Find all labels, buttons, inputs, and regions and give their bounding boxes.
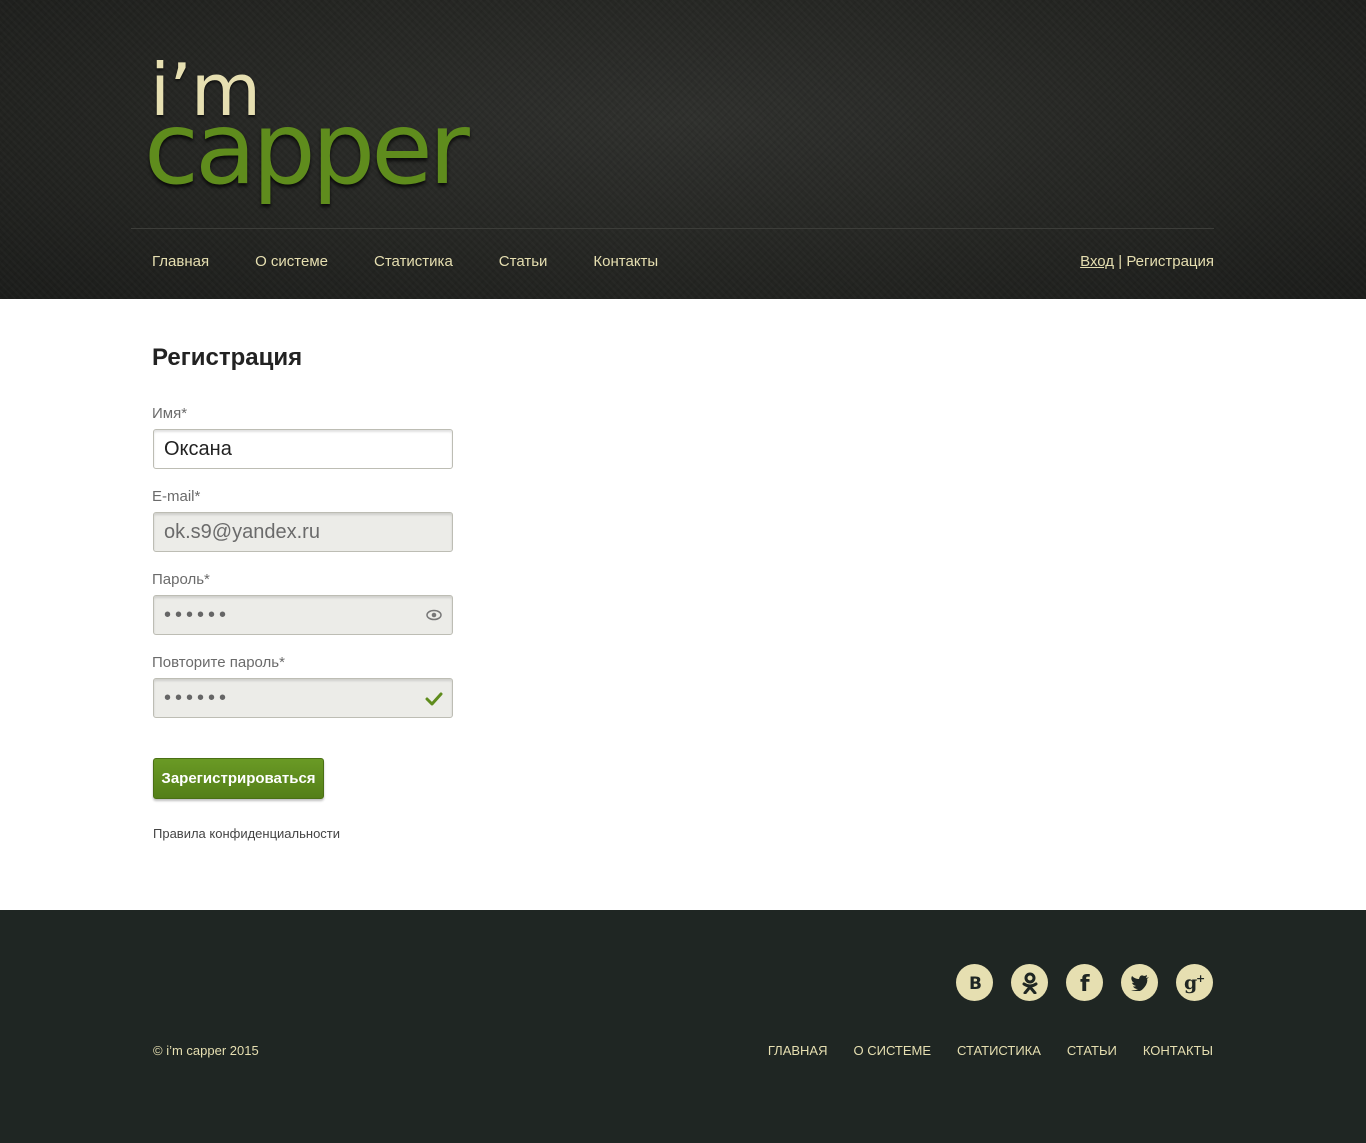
email-label: E-mail* xyxy=(152,488,201,505)
register-button[interactable]: Зарегистрироваться xyxy=(153,758,324,799)
footer-nav-articles[interactable]: СТАТЬИ xyxy=(1067,1043,1117,1058)
privacy-link[interactable]: Правила конфиденциальности xyxy=(153,826,340,841)
copyright: © i’m capper 2015 xyxy=(153,1043,259,1058)
svg-text:B: B xyxy=(969,975,982,991)
facebook-icon[interactable]: f xyxy=(1066,964,1103,1001)
email-value: ok.s9@yandex.ru xyxy=(164,521,320,543)
page-title: Регистрация xyxy=(152,344,303,371)
svg-text:+: + xyxy=(1196,972,1205,985)
footer-nav-home[interactable]: ГЛАВНАЯ xyxy=(768,1043,828,1058)
nav-item-about[interactable]: О системе xyxy=(255,253,328,271)
nav-item-stats[interactable]: Статистика xyxy=(374,253,453,271)
name-field[interactable]: Оксана xyxy=(153,429,453,469)
logo-line-capper: capper xyxy=(144,90,470,207)
name-label: Имя* xyxy=(152,405,188,422)
footer-nav: ГЛАВНАЯ О СИСТЕМЕ СТАТИСТИКА СТАТЬИ КОНТ… xyxy=(742,1043,1213,1058)
main-nav: Главная О системе Статистика Статьи Конт… xyxy=(152,253,704,271)
footer-nav-stats[interactable]: СТАТИСТИКА xyxy=(957,1043,1041,1058)
header-divider xyxy=(131,228,1214,229)
google-plus-icon[interactable]: g + xyxy=(1176,964,1213,1001)
twitter-icon[interactable] xyxy=(1121,964,1158,1001)
auth-separator: | xyxy=(1118,253,1123,270)
repeat-password-label: Повторите пароль* xyxy=(152,654,285,671)
password-field[interactable]: •••••• xyxy=(153,595,453,635)
nav-item-home[interactable]: Главная xyxy=(152,253,209,271)
eye-icon[interactable] xyxy=(426,607,442,623)
registration-form: Регистрация Имя* Оксана E-mail* ok.s9@ya… xyxy=(152,344,752,841)
auth-links: Вход | Регистрация xyxy=(1080,253,1214,271)
login-link[interactable]: Вход xyxy=(1080,253,1114,270)
check-icon xyxy=(425,692,443,706)
password-value: •••••• xyxy=(164,604,231,626)
footer-nav-contacts[interactable]: КОНТАКТЫ xyxy=(1143,1043,1213,1058)
nav-item-contacts[interactable]: Контакты xyxy=(593,253,658,271)
repeat-password-field[interactable]: •••••• xyxy=(153,678,453,718)
password-label: Пароль* xyxy=(152,571,210,588)
site-footer: B f g + © i’m capper 2015 ГЛАВНАЯ О СИСТЕ… xyxy=(0,910,1366,1143)
repeat-password-value: •••••• xyxy=(164,687,231,709)
svg-text:f: f xyxy=(1080,972,1090,994)
social-links: B f g + xyxy=(956,964,1213,1001)
site-header: i’m capper Главная О системе Статистика … xyxy=(0,0,1366,299)
footer-nav-about[interactable]: О СИСТЕМЕ xyxy=(854,1043,932,1058)
odnoklassniki-icon[interactable] xyxy=(1011,964,1048,1001)
email-field[interactable]: ok.s9@yandex.ru xyxy=(153,512,453,552)
nav-item-articles[interactable]: Статьи xyxy=(499,253,548,271)
vk-icon[interactable]: B xyxy=(956,964,993,1001)
register-link[interactable]: Регистрация xyxy=(1126,253,1214,270)
logo[interactable]: i’m capper xyxy=(144,54,518,222)
name-value: Оксана xyxy=(164,438,232,460)
